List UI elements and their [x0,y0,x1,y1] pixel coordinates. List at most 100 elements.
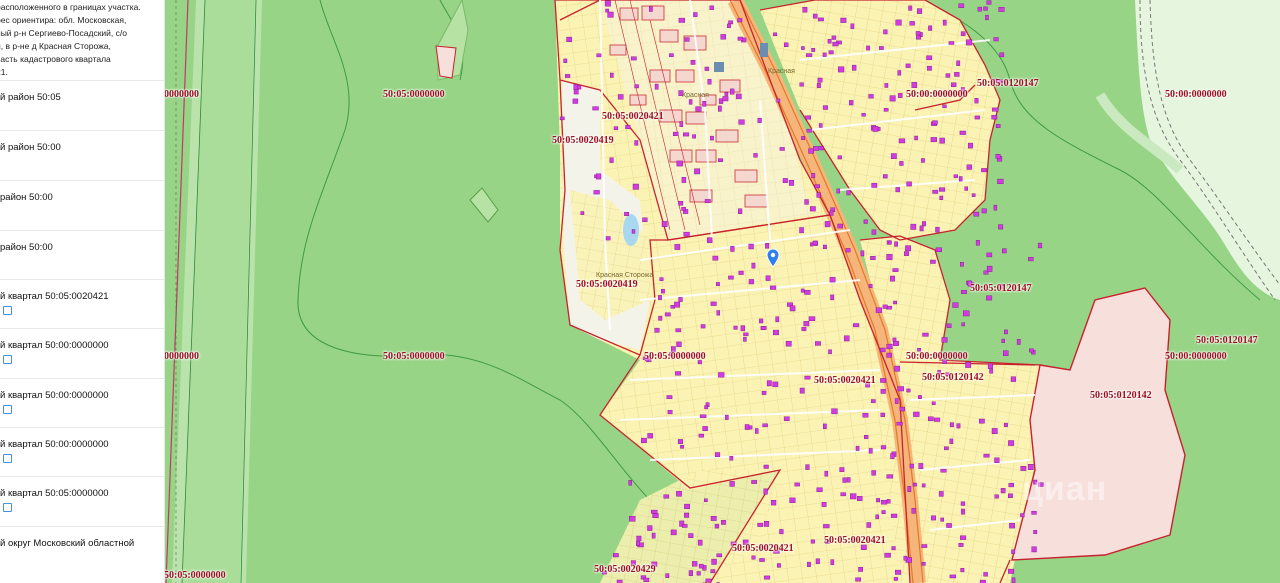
map-canvas[interactable] [164,0,1280,583]
building-parcel [999,52,1005,58]
building-parcel [654,327,660,333]
building-parcel [740,325,746,332]
building-parcel [895,569,902,575]
building-parcel [974,115,980,120]
copy-icon[interactable] [3,503,12,512]
building-parcel [974,98,979,104]
building-parcel [951,82,957,87]
building-parcel [930,137,937,142]
cadastral-list-item[interactable]: й район 50:05 [0,80,164,130]
building-parcel [1020,513,1025,518]
building-parcel [715,452,721,457]
building-parcel [932,189,939,194]
building-parcel [806,53,813,57]
building-parcel [942,104,947,109]
building-parcel [948,41,955,45]
building-parcel [832,41,839,47]
building-parcel [684,512,690,518]
building-parcel [782,178,788,183]
building-parcel [911,508,916,514]
building-parcel [983,453,990,458]
label-50-05-0000000-top: 50:05:0000000 [383,89,445,100]
building-parcel [880,378,887,383]
cadastral-list-item[interactable]: й квартал 50:05:0020421 [0,279,164,329]
building-parcel [905,63,911,68]
building-parcel [771,500,777,506]
cadastral-list-item[interactable]: й квартал 50:00:0000000 [0,427,164,477]
building-parcel [716,310,720,316]
building-parcel [559,116,565,121]
building-parcel [994,494,999,499]
building-parcel [773,32,778,36]
label-50-05-0020421-c: 50:05:0020421 [824,535,886,546]
object-address: расположенного в границах участка. рес о… [0,0,164,78]
cadastral-list-item[interactable]: й квартал 50:00:0000000 [0,378,164,428]
building-parcel [816,82,821,88]
building-parcel [994,457,1000,463]
building-parcel [904,251,909,256]
building-parcel [722,96,729,102]
building-parcel [810,206,816,212]
building-parcel [941,337,948,343]
building-parcel [759,318,764,324]
building-parcel [674,244,681,250]
building-parcel [981,168,987,173]
list-item-label: й район 50:05 [0,92,61,103]
building-parcel [1002,248,1007,254]
building-parcel [785,341,792,347]
cadastral-list-item[interactable]: й округ Московский областной [0,526,164,576]
cadastral-list-item[interactable]: район 50:00 [0,230,164,280]
building-parcel [720,34,726,40]
building-parcel [710,301,717,306]
building-parcel [931,401,936,405]
cadastral-list-item[interactable]: й район 50:00 [0,130,164,180]
building-parcel [718,158,723,163]
label-50-05-0120147-c: 50:05:0120147 [1196,335,1258,346]
building-parcel [563,58,568,63]
cadastral-map[interactable]: циан Красная Красная Сторожа Красная 000… [164,0,1280,583]
building-parcel [897,386,904,392]
building-parcel [783,416,790,421]
building-parcel [675,328,682,333]
copy-icon[interactable] [3,405,12,414]
building-parcel [659,277,664,281]
building-parcel [991,114,998,120]
building-parcel [954,72,960,77]
building-parcel [667,410,673,415]
building-parcel [883,174,888,179]
building-parcel [861,113,866,117]
building-parcel [915,31,921,36]
address-line: ный р-н Сергиево-Посадский, с/о [0,28,127,38]
building-parcel [946,523,952,528]
copy-icon[interactable] [3,454,12,463]
building-parcel [1016,339,1021,345]
building-parcel [938,491,944,497]
building-parcel [876,498,881,503]
building-parcel [779,529,784,535]
building-parcel [975,240,980,246]
building-parcel [886,474,893,479]
list-item-label: й квартал 50:05:0000000 [0,488,109,499]
building-parcel [960,262,964,267]
copy-icon[interactable] [3,306,12,315]
building-parcel [891,513,898,518]
building-parcel [765,242,770,249]
building-parcel [985,14,989,21]
building-parcel [729,481,735,487]
address-line: 21. [0,67,8,77]
building-parcel [679,121,684,127]
building-parcel [850,493,857,500]
building-parcel [853,323,860,328]
building-parcel [699,414,707,418]
cadastral-list-item[interactable]: район 50:00 [0,180,164,230]
building-parcel [903,555,908,561]
copy-icon[interactable] [3,355,12,364]
building-parcel [862,413,869,418]
building-parcel [721,520,726,525]
building-parcel [879,46,884,50]
cadastral-list-item[interactable]: й квартал 50:05:0000000 [0,476,164,526]
label-50-00-0000000-c: 50:00:0000000 [1165,351,1227,362]
building-parcel [799,227,804,234]
cadastral-list-item[interactable]: й квартал 50:00:0000000 [0,328,164,378]
building-parcel [625,125,631,130]
